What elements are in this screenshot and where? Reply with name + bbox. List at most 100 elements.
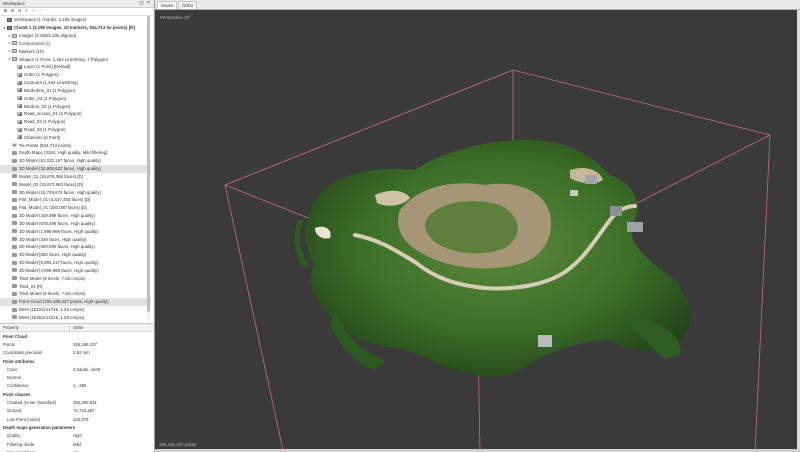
point-count-label: 255,186,237 points <box>159 442 197 447</box>
tree-item-label: 3D Model (678,499 faces, High quality) <box>19 220 95 226</box>
tree-item[interactable]: Tiled_01 [R] <box>0 282 151 290</box>
tree-item[interactable]: Outer (1 Polygon) <box>0 71 151 79</box>
add-photos-icon[interactable]: ⊕ <box>10 8 15 14</box>
tree-item[interactable]: Model_02 (19,673,963 faces) [D] <box>0 180 151 188</box>
tree-item-label: Components (1) <box>19 40 51 46</box>
tree-item-label: Borders_02 (1 Polygon) <box>24 103 71 109</box>
tree-item[interactable]: 3D Model (61,032,157 faces, High quality… <box>0 157 151 165</box>
model-viewport[interactable]: Perspective 30° 255,186,237 points <box>155 10 800 452</box>
property-row[interactable]: Points 255,186,237 <box>0 340 154 348</box>
tree-item[interactable]: 3D Model (600,000 faces, High quality) <box>0 243 151 251</box>
tree-item[interactable]: Tiled Model (9 levels, 7.63 cm/pix) <box>0 274 151 282</box>
tree-item-label: Road_02 (1 Polygon) <box>24 119 66 125</box>
property-value: 3 bands, uint8 <box>73 366 100 372</box>
tree-item[interactable]: Flat_Model_01 (4,427,493 faces) [D] <box>0 196 151 204</box>
tree-item[interactable]: Tie Points (834,713 points) <box>0 141 151 149</box>
tree-item[interactable]: 3D Model (1,999,998 faces, High quality) <box>0 227 151 235</box>
tree-scrollbar[interactable] <box>147 16 150 322</box>
property-name: Depth maps generation parameters <box>3 424 76 430</box>
more-icon[interactable]: ⋯ <box>38 8 43 14</box>
tree-item[interactable]: ▸ Components (1) <box>0 39 151 47</box>
model-icon <box>12 221 17 226</box>
tree-item-label: Channels (6 Point) <box>24 134 61 140</box>
tree-item[interactable]: Borderline_01 (1 Polygon) <box>0 86 151 94</box>
property-name: Filtering mode <box>7 441 35 447</box>
tree-item-label: Model_02 (19,673,963 faces) [D] <box>19 181 83 187</box>
property-name: Normal <box>7 375 21 381</box>
point-cloud-scene[interactable] <box>155 10 800 452</box>
tree-item[interactable]: Depth Maps (3184, High quality, Mild fil… <box>0 149 151 157</box>
layer-icon <box>17 80 22 85</box>
layer-icon <box>17 72 22 77</box>
tab-ortho[interactable]: Ortho <box>177 1 197 9</box>
tree-item[interactable]: ▾ Shapes (1 Point, 1,464 LineString, 7 Po… <box>0 55 151 63</box>
property-section[interactable]: Point classes <box>0 390 154 398</box>
tree-item[interactable]: 3D Model (6,994,217 faces, High quality) <box>0 259 151 267</box>
tree-item[interactable]: 3D Model (349,999 faces, High quality) <box>0 212 151 220</box>
tree-item[interactable]: DEM (15452x14216, 1.53 cm/pix) <box>0 313 151 321</box>
tree-item[interactable]: 3D Model (678,499 faces, High quality) <box>0 220 151 228</box>
tree-item[interactable]: Flat_Model_01 (250,000 faces) [D] <box>0 204 151 212</box>
property-row[interactable]: Filtering mode Mild <box>0 440 154 448</box>
model-icon <box>12 197 17 202</box>
tree-item[interactable]: Outer_02 (1 Polygon) <box>0 94 151 102</box>
tree-item[interactable]: Tiled Model (9 levels, 7.63 cm/pix) <box>0 290 151 298</box>
tree-item-label: 3D Model (61,032,157 faces, High quality… <box>19 158 102 164</box>
tree-item[interactable]: Point Cloud (255,186,237 points, High qu… <box>0 297 151 306</box>
remove-icon[interactable]: ⊖ <box>17 8 22 14</box>
tree-item[interactable]: 3D Model (32,906,622 faces, High quality… <box>0 164 151 173</box>
property-row[interactable]: Coordinate precision 2.92 mm <box>0 349 154 357</box>
tree-scrollbar-thumb[interactable] <box>147 16 150 312</box>
tree-item[interactable]: Road_02 (1 Polygon) <box>0 118 151 126</box>
property-row[interactable]: Normal <box>0 373 154 381</box>
layer-icon <box>17 127 22 132</box>
model-icon <box>12 299 17 304</box>
tree-item[interactable]: ▸ Markers (10) <box>0 47 151 55</box>
tree-item[interactable]: ▸ Images (3,195/3,195 aligned) <box>0 32 151 40</box>
property-row[interactable]: Confidence 1 - 255 <box>0 382 154 390</box>
tree-item[interactable]: Borders_02 (1 Polygon) <box>0 102 151 110</box>
layer-icon <box>17 104 22 109</box>
value-column-header[interactable]: Value <box>70 325 83 330</box>
property-row[interactable]: Quality High <box>0 432 154 440</box>
zoom-in-icon[interactable]: ＋ <box>24 8 29 14</box>
model-icon <box>12 213 17 218</box>
tree-item[interactable]: 3D Model (16,729,674 faces, High quality… <box>0 188 151 196</box>
tree-item[interactable]: 3D Model (4,999,996 faces, High quality) <box>0 267 151 275</box>
tree-item[interactable]: Model_01 (16,878,356 faces) [D] <box>0 173 151 181</box>
tree-item[interactable]: Workspace (1 chunks, 3,195 images) <box>0 16 151 24</box>
tree-item[interactable]: ▾ Chunk 1 (3,195 images, 10 markers, 834,… <box>0 24 151 32</box>
tree-item[interactable]: Road_03 (1 Polygon) <box>0 126 151 134</box>
tab-model[interactable]: Model <box>157 1 177 9</box>
property-row[interactable]: Color 3 bands, uint8 <box>0 365 154 373</box>
add-chunk-icon[interactable]: ⊞ <box>3 8 8 14</box>
tree-item[interactable]: Layer (1 Point) [Default] <box>0 63 151 71</box>
tree-item[interactable]: Channels (6 Point) <box>0 133 151 141</box>
property-row[interactable]: Ground 72,743,287 <box>0 407 154 415</box>
property-name: Coordinate precision <box>3 350 43 356</box>
property-column-header[interactable]: Property <box>0 325 70 330</box>
tree-item[interactable]: Contours (1,464 LineString) <box>0 79 151 87</box>
tree-item[interactable]: 3D Model (500 faces, High quality) <box>0 251 151 259</box>
zoom-out-icon[interactable]: － <box>31 8 36 14</box>
property-row[interactable]: Created (never classified) 182,359,831 <box>0 398 154 406</box>
property-value: 255,186,237 <box>73 341 97 347</box>
workspace-title: Workspace <box>3 1 25 6</box>
tree-item[interactable]: DEM (15224x14746, 1.53 cm/pix) <box>0 306 151 314</box>
properties-panel: Property Value Point Cloud Points 255,186,… <box>0 323 154 452</box>
tree-item[interactable]: Road_access_01 (1 Polygon) <box>0 110 151 118</box>
property-row[interactable]: Max neighbors16 <box>0 448 154 452</box>
model-icon <box>12 284 17 289</box>
close-panel-button[interactable]: ✕ <box>146 1 151 6</box>
property-section[interactable]: Point attributes <box>0 357 154 365</box>
property-section[interactable]: Depth maps generation parameters <box>0 423 154 431</box>
property-row[interactable]: Low Point (noise) 132,979 <box>0 415 154 423</box>
model-icon <box>12 252 17 257</box>
float-panel-button[interactable]: ◱ <box>139 1 144 6</box>
tree-item[interactable]: 3D Model (349 faces, High quality) <box>0 235 151 243</box>
property-name: Ground <box>7 408 22 414</box>
tree-item-label: Shapes (1 Point, 1,464 LineString, 7 Pol… <box>19 56 109 62</box>
tree-item-label: Markers (10) <box>19 48 44 54</box>
property-section[interactable]: Point Cloud <box>0 332 154 340</box>
tree-item-label: 3D Model (6,994,217 faces, High quality) <box>19 260 99 266</box>
